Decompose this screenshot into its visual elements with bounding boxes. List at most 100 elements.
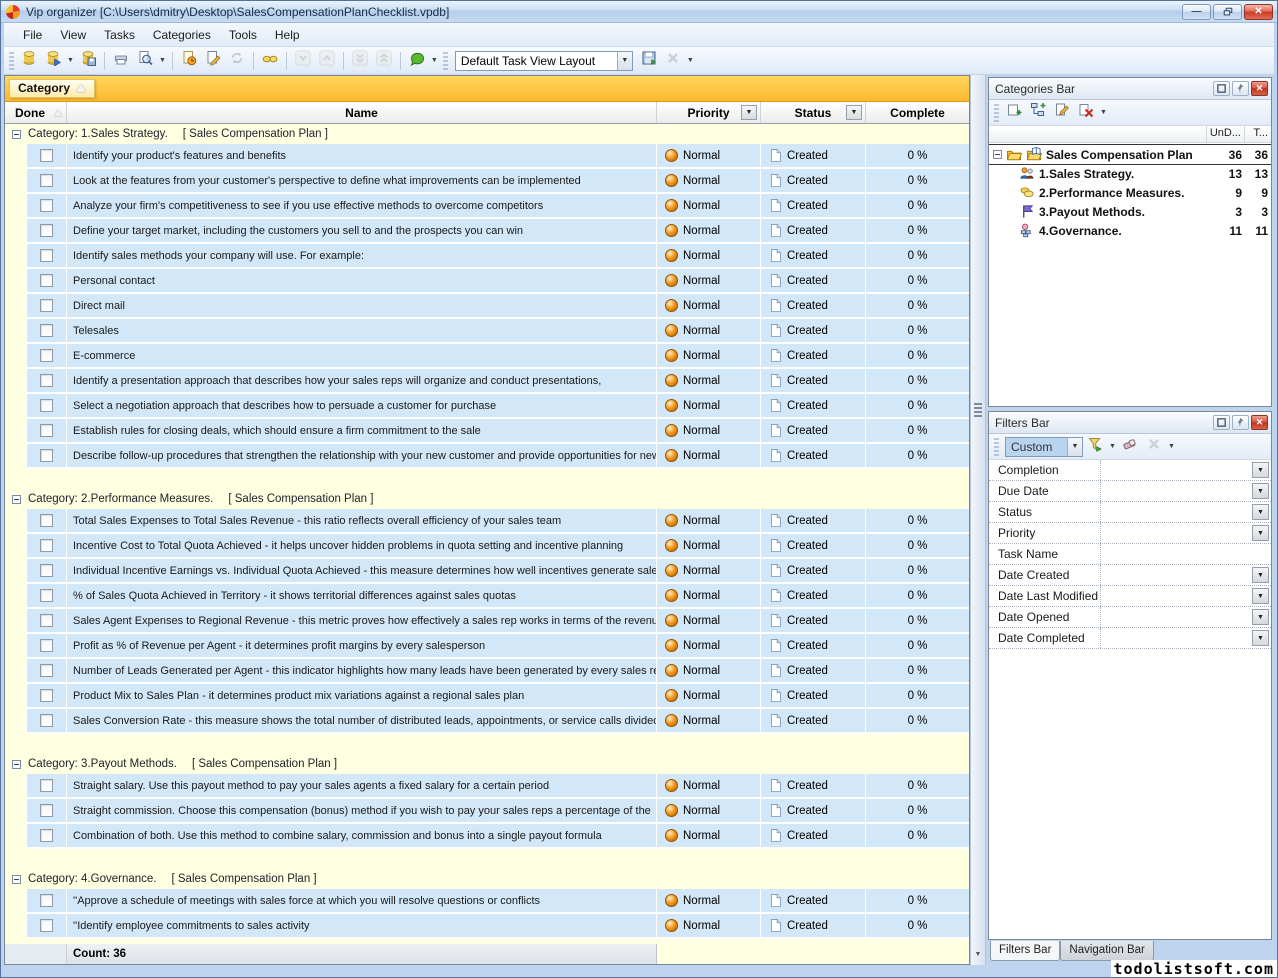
vertical-splitter[interactable]: ▼ <box>970 75 986 965</box>
open-database-dropdown[interactable]: ▼ <box>67 57 74 64</box>
apply-filter-dropdown[interactable]: ▼ <box>1109 443 1116 450</box>
done-checkbox[interactable] <box>40 829 53 842</box>
priority-cell[interactable]: Normal <box>657 319 761 344</box>
task-row[interactable]: Total Sales Expenses to Total Sales Reve… <box>5 509 969 534</box>
group-header-row[interactable]: Category: 1.Sales Strategy. [ Sales Comp… <box>5 124 969 144</box>
filter-dropdown-button[interactable]: ▼ <box>1252 567 1269 583</box>
filter-row[interactable]: Due Date ▼ <box>989 481 1271 502</box>
task-name-cell[interactable]: Sales Conversion Rate - this measure sho… <box>67 709 657 734</box>
task-row[interactable]: Straight commission. Choose this compens… <box>5 799 969 824</box>
task-row[interactable]: Direct mail Normal Created 0 % <box>5 294 969 319</box>
done-checkbox[interactable] <box>40 894 53 907</box>
delete-filter-dropdown[interactable]: ▼ <box>1168 443 1175 450</box>
delete-category-dropdown[interactable]: ▼ <box>1100 109 1107 116</box>
filter-value-field[interactable]: ▼ <box>1101 607 1271 627</box>
complete-task-button[interactable] <box>226 50 248 72</box>
task-row[interactable]: Product Mix to Sales Plan - it determine… <box>5 684 969 709</box>
filter-dropdown-button[interactable]: ▼ <box>1252 483 1269 499</box>
priority-cell[interactable]: Normal <box>657 774 761 799</box>
task-row[interactable]: Identify your product's features and ben… <box>5 144 969 169</box>
tree-header-total[interactable]: T... <box>1245 126 1271 142</box>
filter-value-field[interactable]: ▼ <box>1101 586 1271 606</box>
category-tree-item[interactable]: 1.Sales Strategy. 13 13 <box>989 164 1271 183</box>
task-row[interactable]: Identify sales methods your company will… <box>5 244 969 269</box>
print-button[interactable] <box>110 50 132 72</box>
group-header-row[interactable]: Category: 2.Performance Measures. [ Sale… <box>5 489 969 509</box>
done-checkbox[interactable] <box>40 589 53 602</box>
priority-cell[interactable]: Normal <box>657 344 761 369</box>
toolbar-grip[interactable] <box>443 52 448 70</box>
task-name-cell[interactable]: Select a negotiation approach that descr… <box>67 394 657 419</box>
task-row[interactable]: ''Identify employee commitments to sales… <box>5 914 969 939</box>
delete-filter-button[interactable] <box>1143 436 1165 458</box>
priority-cell[interactable]: Normal <box>657 889 761 914</box>
categories-pin-button[interactable] <box>1232 81 1249 96</box>
filter-dropdown-button[interactable]: ▼ <box>1252 588 1269 604</box>
task-name-cell[interactable]: Direct mail <box>67 294 657 319</box>
move-top-button[interactable] <box>373 50 395 72</box>
status-cell[interactable]: Created <box>761 889 866 914</box>
priority-cell[interactable]: Normal <box>657 219 761 244</box>
priority-cell[interactable]: Normal <box>657 144 761 169</box>
filter-row[interactable]: Priority ▼ <box>989 523 1271 544</box>
task-name-cell[interactable]: Personal contact <box>67 269 657 294</box>
add-subcategory-button[interactable] <box>1027 102 1049 124</box>
collapse-group-icon[interactable] <box>12 495 21 504</box>
status-cell[interactable]: Created <box>761 419 866 444</box>
print-preview-dropdown[interactable]: ▼ <box>159 57 166 64</box>
status-cell[interactable]: Created <box>761 584 866 609</box>
priority-cell[interactable]: Normal <box>657 609 761 634</box>
column-header-complete[interactable]: Complete <box>866 102 969 123</box>
priority-cell[interactable]: Normal <box>657 709 761 734</box>
task-row[interactable]: Profit as % of Revenue per Agent - it de… <box>5 634 969 659</box>
apply-filter-button[interactable] <box>1084 436 1106 458</box>
done-checkbox[interactable] <box>40 299 53 312</box>
priority-cell[interactable]: Normal <box>657 169 761 194</box>
priority-cell[interactable]: Normal <box>657 824 761 849</box>
open-database-button[interactable] <box>42 50 64 72</box>
task-name-cell[interactable]: Individual Incentive Earnings vs. Indivi… <box>67 559 657 584</box>
menu-view[interactable]: View <box>51 25 95 45</box>
task-name-cell[interactable]: ''Identify employee commitments to sales… <box>67 914 657 939</box>
task-row[interactable]: Individual Incentive Earnings vs. Indivi… <box>5 559 969 584</box>
task-name-cell[interactable]: Incentive Cost to Total Quota Achieved -… <box>67 534 657 559</box>
priority-cell[interactable]: Normal <box>657 369 761 394</box>
priority-cell[interactable]: Normal <box>657 419 761 444</box>
filter-value-field[interactable]: ▼ <box>1101 565 1271 585</box>
done-checkbox[interactable] <box>40 779 53 792</box>
status-cell[interactable]: Created <box>761 609 866 634</box>
task-row[interactable]: ''Approve a schedule of meetings with sa… <box>5 889 969 914</box>
category-tree-item[interactable]: 4.Governance. 11 11 <box>989 221 1271 240</box>
priority-cell[interactable]: Normal <box>657 584 761 609</box>
close-button[interactable]: ✕ <box>1244 4 1273 20</box>
tree-header-undone[interactable]: UnD... <box>1207 126 1245 142</box>
done-checkbox[interactable] <box>40 614 53 627</box>
done-checkbox[interactable] <box>40 639 53 652</box>
status-cell[interactable]: Created <box>761 319 866 344</box>
clear-filter-button[interactable] <box>1119 436 1141 458</box>
new-database-button[interactable] <box>18 50 40 72</box>
task-name-cell[interactable]: Identify your product's features and ben… <box>67 144 657 169</box>
task-name-cell[interactable]: Straight commission. Choose this compens… <box>67 799 657 824</box>
task-name-cell[interactable]: Straight salary. Use this payout method … <box>67 774 657 799</box>
task-row[interactable]: Look at the features from your customer'… <box>5 169 969 194</box>
filter-row[interactable]: Task Name <box>989 544 1271 565</box>
filter-dropdown-button[interactable]: ▼ <box>1252 462 1269 478</box>
task-name-cell[interactable]: Total Sales Expenses to Total Sales Reve… <box>67 509 657 534</box>
notify-dropdown[interactable]: ▼ <box>431 57 438 64</box>
filter-preset-combo[interactable]: Custom ▼ <box>1005 437 1083 457</box>
toolbar-grip[interactable] <box>9 52 14 70</box>
categories-close-button[interactable]: ✕ <box>1251 81 1268 96</box>
task-row[interactable]: Incentive Cost to Total Quota Achieved -… <box>5 534 969 559</box>
priority-cell[interactable]: Normal <box>657 294 761 319</box>
status-cell[interactable]: Created <box>761 444 866 469</box>
menu-file[interactable]: File <box>14 25 51 45</box>
task-name-cell[interactable]: Establish rules for closing deals, which… <box>67 419 657 444</box>
task-name-cell[interactable]: Describe follow-up procedures that stren… <box>67 444 657 469</box>
priority-cell[interactable]: Normal <box>657 194 761 219</box>
task-row[interactable]: Identify a presentation approach that de… <box>5 369 969 394</box>
task-name-cell[interactable]: ''Approve a schedule of meetings with sa… <box>67 889 657 914</box>
new-task-button[interactable] <box>178 50 200 72</box>
task-row[interactable]: Define your target market, including the… <box>5 219 969 244</box>
filters-restore-button[interactable] <box>1213 415 1230 430</box>
